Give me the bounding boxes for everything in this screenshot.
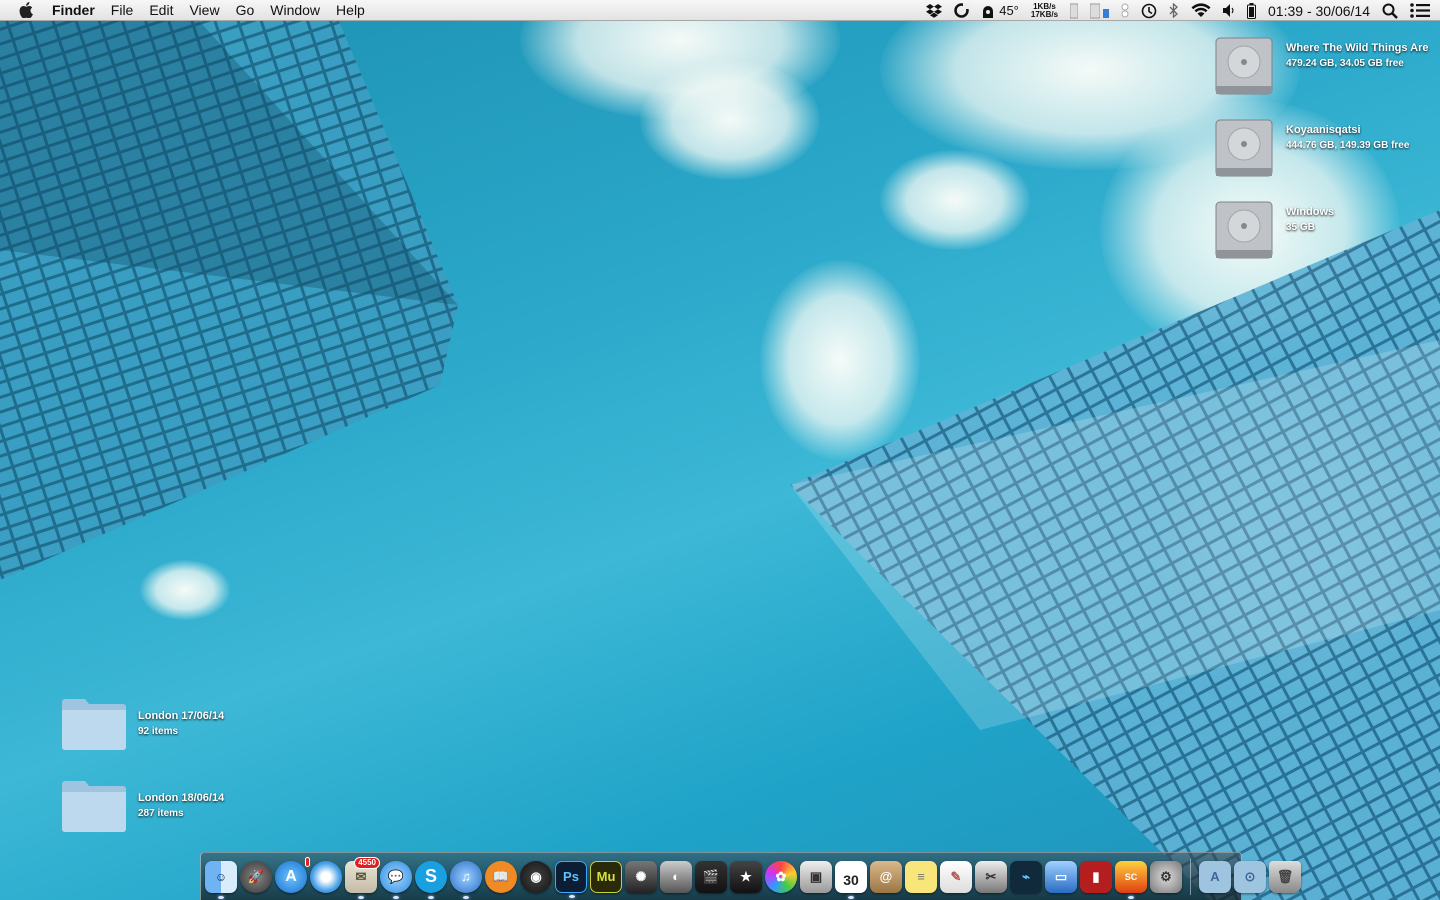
menu-bar: Finder File Edit View Go Window Help 45°… <box>0 0 1440 21</box>
app-store-dock-icon[interactable]: A <box>275 856 310 893</box>
volume-icon[interactable] <box>1223 0 1235 21</box>
folder-icon-london-17-06-14[interactable]: London 17/06/14 92 items <box>60 696 224 752</box>
system-preferences-dock-icon[interactable]: ⚙ <box>1150 860 1182 893</box>
iphoto-dock-icon[interactable]: ✿ <box>765 860 797 893</box>
drive-icon-koyaanisqatsi[interactable]: Koyaanisqatsi 444.76 GB, 149.39 GB free <box>1212 116 1409 180</box>
temperature-readout: 45° <box>999 3 1019 18</box>
activity-monitor-dock-icon[interactable]: ⌁ <box>1010 860 1042 893</box>
system-display-dock-icon[interactable]: ▭ <box>1045 860 1077 893</box>
textedit-dock-icon[interactable]: ✎ <box>940 860 972 893</box>
ibooks-dock-icon[interactable]: 📖 <box>485 860 517 893</box>
photoshop-dock-icon[interactable]: Ps <box>555 860 587 898</box>
bluetooth-icon[interactable] <box>1169 0 1179 21</box>
app-store-badge <box>305 856 310 867</box>
clock[interactable]: 01:39 - 30/06/14 <box>1268 0 1370 21</box>
cpu-meter-icon[interactable] <box>1070 0 1079 21</box>
imovie-dock-icon[interactable]: ★ <box>730 860 762 893</box>
menu-window[interactable]: Window <box>262 0 328 21</box>
hard-drive-icon <box>1215 119 1273 177</box>
wifi-icon[interactable] <box>1191 0 1211 21</box>
net-down-readout: 17KB/s <box>1030 9 1059 19</box>
calendar-dock-icon[interactable]: 30 <box>835 860 867 899</box>
folder-detail: 287 items <box>138 808 184 819</box>
script-editor-dock-icon[interactable]: ✂ <box>975 860 1007 893</box>
battery-icon[interactable] <box>1247 0 1257 21</box>
filezilla-dock-icon[interactable]: ▮ <box>1080 860 1112 893</box>
skype-dock-icon[interactable]: S <box>415 860 447 899</box>
dock: ☺ 🚀 A ✦ ✉ 4550 💬 S ♫ 📖 ◉ Ps Mu ✺ ◐ 🎬 ★ ✿ … <box>200 852 1301 900</box>
drive-icon-where-the-wild-things-are[interactable]: Where The Wild Things Are 479.24 GB, 34.0… <box>1212 34 1429 98</box>
menu-help[interactable]: Help <box>328 0 373 21</box>
time-machine-icon[interactable] <box>1141 0 1157 21</box>
folder-icon <box>62 781 126 832</box>
notification-center-icon[interactable] <box>1410 0 1430 21</box>
messages-dock-icon[interactable]: 💬 <box>380 860 412 899</box>
drive-name: Koyaanisqatsi <box>1286 124 1361 136</box>
contacts-dock-icon[interactable]: @ <box>870 860 902 893</box>
dropbox-icon[interactable] <box>926 0 943 21</box>
folder-name: London 17/06/14 <box>138 710 225 722</box>
disk-activity-icon[interactable] <box>1121 0 1129 21</box>
applications-stack-icon[interactable]: A <box>1199 860 1231 893</box>
finder-dock-icon[interactable]: ☺ <box>205 860 237 899</box>
safari-dock-icon[interactable]: ✦ <box>310 860 342 893</box>
folder-icon-london-18-06-14[interactable]: London 18/06/14 287 items <box>60 778 224 834</box>
itunes-dock-icon[interactable]: ♫ <box>450 860 482 899</box>
calendar-day: 30 <box>843 871 859 888</box>
notes-dock-icon[interactable]: ≡ <box>905 860 937 893</box>
drive-name: Where The Wild Things Are <box>1286 42 1429 54</box>
final-cut-dock-icon[interactable]: 🎬 <box>695 860 727 893</box>
sync-icon[interactable] <box>954 0 970 21</box>
right-building-graphic <box>790 210 1440 900</box>
folder-icon <box>62 699 126 750</box>
muse-label: Mu <box>596 869 616 884</box>
dock-separator <box>1190 858 1191 895</box>
drive-name: Windows <box>1286 206 1335 218</box>
preview-dock-icon[interactable]: ▣ <box>800 860 832 893</box>
menu-go[interactable]: Go <box>228 0 263 21</box>
logic-dock-icon[interactable]: ◐ <box>660 860 692 893</box>
launchpad-dock-icon[interactable]: 🚀 <box>240 860 272 893</box>
menu-edit[interactable]: Edit <box>141 0 181 21</box>
status-menus: 45° 1KB/s 17KB/s 01:39 - 30/06/14 <box>926 0 1430 21</box>
memory-meter-icon[interactable] <box>1090 0 1110 21</box>
muse-dock-icon[interactable]: Mu <box>590 860 622 893</box>
app-menu-finder[interactable]: Finder <box>44 0 103 21</box>
folder-detail: 92 items <box>138 726 179 737</box>
folder-name: London 18/06/14 <box>138 792 225 804</box>
simcity-dock-icon[interactable]: SC <box>1115 860 1147 899</box>
drive-detail: 444.76 GB, 149.39 GB free <box>1286 140 1410 151</box>
app-dock-icon-1[interactable]: ✺ <box>625 860 657 893</box>
downloads-stack-icon[interactable]: ⊙ <box>1234 860 1266 893</box>
aperture-dock-icon[interactable]: ◉ <box>520 860 552 893</box>
trash-dock-icon[interactable]: 🗑 <box>1269 860 1301 893</box>
drive-icon-windows[interactable]: Windows 35 GB <box>1212 198 1334 262</box>
skype-label: S <box>424 866 437 886</box>
drive-detail: 479.24 GB, 34.05 GB free <box>1286 58 1404 69</box>
hard-drive-icon <box>1215 37 1273 95</box>
menu-view[interactable]: View <box>181 0 227 21</box>
mail-dock-icon[interactable]: ✉ 4550 <box>345 856 380 899</box>
drive-detail: 35 GB <box>1286 222 1315 233</box>
weather-icon[interactable]: 45° <box>981 0 1019 21</box>
network-speed-monitor[interactable]: 1KB/s 17KB/s <box>1031 0 1058 21</box>
hard-drive-icon <box>1215 201 1273 259</box>
left-building-graphic <box>0 0 458 580</box>
apple-menu-icon[interactable] <box>16 0 36 21</box>
mail-badge: 4550 <box>354 856 380 869</box>
spotlight-search-icon[interactable] <box>1382 0 1398 21</box>
menu-file[interactable]: File <box>103 0 142 21</box>
photoshop-label: Ps <box>563 869 579 884</box>
